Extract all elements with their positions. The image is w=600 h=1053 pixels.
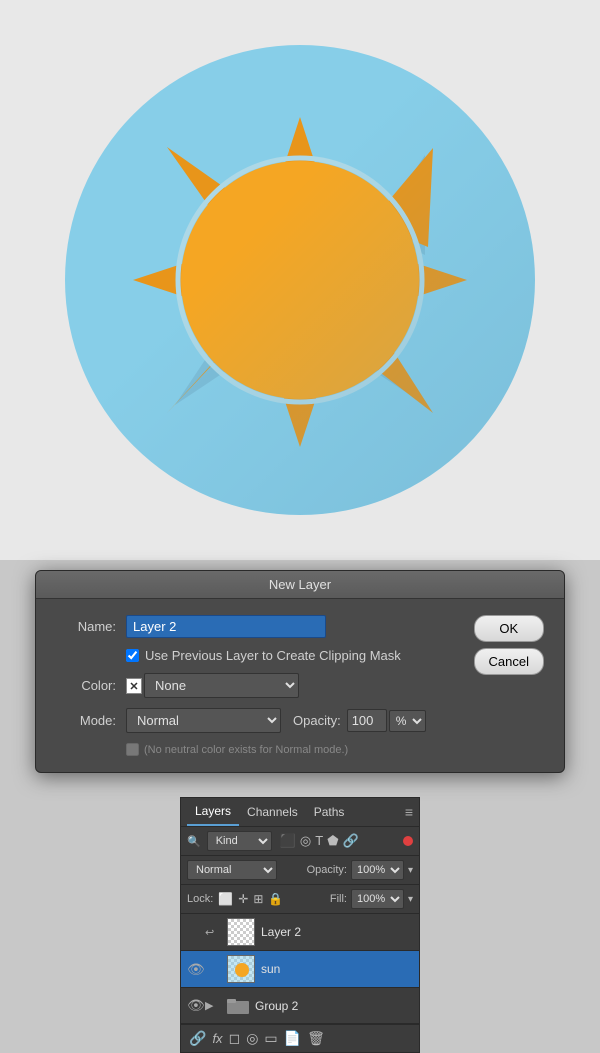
- visibility-layer2[interactable]: ●: [187, 924, 203, 940]
- tab-layers[interactable]: Layers: [187, 798, 239, 826]
- dialog-wrapper: New Layer Name: Use Previous Layer to Cr…: [0, 560, 600, 783]
- layers-tabs: Layers Channels Paths ≡: [181, 798, 419, 827]
- folder-svg: [227, 997, 249, 1015]
- dialog-title: New Layer: [269, 577, 331, 592]
- color-row: Color: ✕ None Red Orange Yellow Green Bl…: [56, 673, 458, 698]
- checker-sun: [228, 956, 254, 982]
- tab-channels[interactable]: Channels: [239, 799, 306, 825]
- filter-row: 🔍 Kind Name Effect Mode Attribute Color …: [181, 827, 419, 856]
- fill-section: Fill: 100% ▾: [330, 889, 413, 909]
- new-layer-dialog: New Layer Name: Use Previous Layer to Cr…: [35, 570, 565, 773]
- filter-label: 🔍: [187, 835, 201, 848]
- filter-dot: [403, 836, 413, 846]
- ok-button[interactable]: OK: [474, 615, 544, 642]
- lock-pixels-icon[interactable]: ⬜: [218, 892, 233, 906]
- opacity-section: Opacity: 100% ▾: [307, 860, 413, 880]
- layer-item-sun: 👁 sun: [181, 951, 419, 988]
- delete-icon[interactable]: 🗑: [307, 1030, 325, 1047]
- opacity-input[interactable]: [347, 709, 387, 732]
- clipping-mask-checkbox[interactable]: [126, 649, 139, 662]
- name-group2: Group 2: [255, 999, 298, 1013]
- mode-label: Mode:: [56, 713, 116, 728]
- visibility-sun[interactable]: 👁: [187, 961, 203, 978]
- filter-select[interactable]: Kind Name Effect Mode Attribute Color: [207, 831, 272, 851]
- name-sun: sun: [261, 962, 280, 976]
- mode-select[interactable]: Normal Dissolve Multiply Screen Overlay: [126, 708, 281, 733]
- opacity-label: Opacity:: [293, 713, 341, 728]
- neutral-checkbox: [126, 743, 139, 756]
- expand-group2[interactable]: ▶: [205, 999, 221, 1012]
- clipping-mask-row: Use Previous Layer to Create Clipping Ma…: [126, 648, 458, 663]
- filter-shape-icon[interactable]: ⬟: [327, 833, 338, 849]
- dialog-body: Name: Use Previous Layer to Create Clipp…: [36, 599, 564, 772]
- opacity-label-layers: Opacity:: [307, 864, 347, 876]
- tab-paths[interactable]: Paths: [306, 799, 353, 825]
- lock-artboards-icon[interactable]: ⊞: [253, 892, 263, 906]
- folder-icon-group2: [227, 997, 249, 1015]
- fill-select[interactable]: 100%: [351, 889, 404, 909]
- layer-item-layer2: ● ↩ Layer 2: [181, 914, 419, 951]
- dialog-buttons: OK Cancel: [474, 615, 544, 675]
- sun-illustration: [0, 0, 600, 560]
- cancel-button[interactable]: Cancel: [474, 648, 544, 675]
- name-row: Name:: [56, 615, 458, 638]
- adjustment-icon[interactable]: ◎: [246, 1030, 258, 1047]
- opacity-unit-select[interactable]: %: [389, 710, 426, 732]
- color-select[interactable]: None Red Orange Yellow Green Blue Violet…: [144, 673, 299, 698]
- color-label: Color:: [56, 678, 116, 693]
- clipping-mask-label: Use Previous Layer to Create Clipping Ma…: [145, 648, 401, 663]
- layers-panel: Layers Channels Paths ≡ 🔍 Kind Name Effe…: [180, 797, 420, 1053]
- group-icon[interactable]: ▭: [264, 1030, 277, 1047]
- mode-opacity-row: Mode: Normal Dissolve Multiply Screen Ov…: [56, 708, 458, 733]
- thumb-sun: [227, 955, 255, 983]
- neutral-note-text: (No neutral color exists for Normal mode…: [144, 744, 348, 756]
- blend-mode-row: Normal Dissolve Multiply Screen Opacity:…: [181, 856, 419, 885]
- new-layer-icon[interactable]: 📄: [284, 1030, 301, 1047]
- lock-label: Lock:: [187, 893, 213, 905]
- link-icon[interactable]: 🔗: [189, 1030, 206, 1047]
- fill-label: Fill:: [330, 893, 347, 905]
- filter-pixel-icon[interactable]: ⬛: [280, 833, 296, 849]
- name-input[interactable]: [126, 615, 326, 638]
- mask-icon[interactable]: ◻: [229, 1030, 241, 1047]
- opacity-arrow: ▾: [408, 865, 413, 876]
- visibility-group2[interactable]: 👁: [187, 997, 203, 1014]
- panel-menu-icon[interactable]: ≡: [405, 804, 413, 820]
- dialog-titlebar: New Layer: [36, 571, 564, 599]
- lock-row: Lock: ⬜ ✛ ⊞ 🔒 Fill: 100% ▾: [181, 885, 419, 914]
- thumb-layer2: [227, 918, 255, 946]
- sun-thumb-svg: [228, 956, 255, 983]
- opacity-select[interactable]: 100%: [351, 860, 404, 880]
- filter-text-icon[interactable]: T: [315, 833, 323, 849]
- color-x-icon: ✕: [126, 678, 142, 694]
- layers-toolbar: 🔗 fx ◻ ◎ ▭ 📄 🗑: [181, 1024, 419, 1052]
- expand-layer2: ↩: [205, 926, 221, 939]
- checker-layer2: [228, 919, 254, 945]
- lock-all-icon[interactable]: 🔒: [268, 892, 283, 906]
- sun-circle-background: [65, 45, 535, 515]
- layer-item-group2: 👁 ▶ Group 2: [181, 988, 419, 1024]
- neutral-note-row: (No neutral color exists for Normal mode…: [126, 743, 458, 756]
- name-label: Name:: [56, 619, 116, 634]
- sun-svg: [65, 45, 535, 515]
- blend-mode-select[interactable]: Normal Dissolve Multiply Screen: [187, 860, 277, 880]
- filter-smart-icon[interactable]: 🔗: [343, 833, 359, 849]
- color-select-wrapper: ✕ None Red Orange Yellow Green Blue Viol…: [126, 673, 299, 698]
- filter-icons: ⬛ ◎ T ⬟ 🔗: [280, 833, 359, 849]
- fill-arrow: ▾: [408, 894, 413, 905]
- fx-icon[interactable]: fx: [212, 1031, 222, 1046]
- filter-adjust-icon[interactable]: ◎: [300, 833, 311, 849]
- name-layer2: Layer 2: [261, 925, 301, 939]
- lock-position-icon[interactable]: ✛: [238, 892, 248, 906]
- layers-panel-wrapper: Layers Channels Paths ≡ 🔍 Kind Name Effe…: [0, 789, 600, 1053]
